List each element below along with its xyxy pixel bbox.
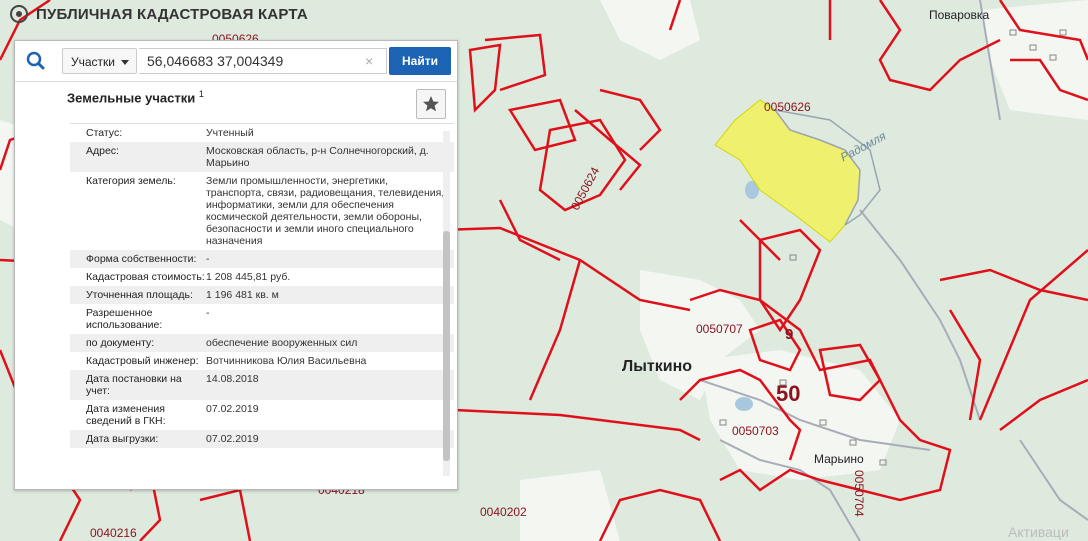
- attribute-value: -: [206, 253, 210, 265]
- search-icon[interactable]: [21, 47, 51, 75]
- attribute-row: Кадастровый инженер: Вотчинникова Юлия Ва…: [70, 352, 454, 370]
- section-title-text: Земельные участки: [67, 90, 196, 106]
- attribute-label: Кадастровый инженер:: [86, 355, 199, 367]
- map-label-district-9: 9: [785, 326, 794, 343]
- find-button[interactable]: Найти: [389, 47, 451, 75]
- activation-watermark: Активаци: [1008, 524, 1069, 540]
- attribute-value: Вотчинникова Юлия Васильевна: [206, 355, 367, 367]
- attribute-value: -: [206, 307, 210, 319]
- attribute-value: 07.02.2019: [206, 433, 259, 445]
- map-label-quarter-0050704: 0050704: [852, 470, 866, 517]
- attribute-label: по документу:: [86, 337, 155, 349]
- star-icon: [423, 96, 439, 112]
- map-label-district-50: 50: [776, 381, 801, 406]
- map-label-quarter-0040202: 0040202: [480, 505, 527, 519]
- attribute-row: Адрес: Московская область, р-н Солнечного…: [70, 142, 454, 172]
- parcel-attributes: Статус: Учтенный Адрес: Московская область…: [70, 123, 454, 486]
- search-bar: Участки × Найти: [15, 41, 457, 82]
- attribute-value: 14.08.2018: [206, 373, 259, 385]
- attribute-row: Статус: Учтенный: [70, 124, 454, 142]
- attribute-value: обеспечение вооруженных сил: [206, 337, 358, 349]
- clear-search-icon[interactable]: ×: [365, 54, 373, 68]
- object-type-value: Участки: [71, 55, 115, 69]
- object-type-select[interactable]: Участки: [62, 48, 137, 74]
- attribute-value: 07.02.2019: [206, 403, 259, 415]
- app-header: ПУБЛИЧНАЯ КАДАСТРОВАЯ КАРТА: [10, 5, 308, 23]
- attribute-label: Дата постановки на учет:: [86, 373, 182, 397]
- attribute-row: Дата постановки на учет: 14.08.2018: [70, 370, 454, 400]
- section-title: Земельные участки 1: [67, 89, 204, 105]
- map-pin-logo-icon: [10, 5, 28, 23]
- app-title: ПУБЛИЧНАЯ КАДАСТРОВАЯ КАРТА: [36, 5, 308, 23]
- attribute-value: Московская область, р-н Солнечногорский,…: [206, 145, 429, 169]
- attribute-label: Адрес:: [86, 145, 119, 157]
- attribute-value: 1 208 445,81 руб.: [206, 271, 291, 283]
- attribute-label: Дата выгрузки:: [86, 433, 159, 445]
- section-count: 1: [198, 89, 204, 99]
- attribute-row: Категория земель: Земли промышленности, э…: [70, 172, 454, 250]
- attribute-label: Уточненная площадь:: [86, 289, 193, 301]
- coordinates-search-input[interactable]: [139, 48, 387, 74]
- attribute-label: Кадастровая стоимость:: [86, 271, 205, 283]
- map-label-quarter-0040216: 0040216: [90, 526, 137, 540]
- map-label-quarter-0050707: 0050707: [696, 322, 743, 336]
- favorite-button[interactable]: [416, 89, 446, 119]
- attribute-label: Статус:: [86, 127, 123, 139]
- attribute-label: Форма собственности:: [86, 253, 197, 265]
- attribute-row: Кадастровая стоимость: 1 208 445,81 руб.: [70, 268, 454, 286]
- search-panel: Участки × Найти Земельные участки 1 Стат…: [14, 40, 458, 490]
- map-label-quarter-0050626: 0050626: [764, 100, 811, 114]
- attribute-row: по документу: обеспечение вооруженных сил: [70, 334, 454, 352]
- attribute-value: Учтенный: [206, 127, 254, 139]
- map-label-lytkino: Лыткино: [622, 358, 693, 375]
- attribute-value: Земли промышленности, энергетики, трансп…: [206, 175, 445, 247]
- attribute-row: Форма собственности: -: [70, 250, 454, 268]
- attribute-value: 1 196 481 кв. м: [206, 289, 279, 301]
- scrollbar-thumb[interactable]: [443, 231, 450, 461]
- map-label-quarter-0050703: 0050703: [732, 424, 779, 438]
- attributes-scrollbar[interactable]: [443, 131, 450, 476]
- attribute-label: Разрешенное использование:: [86, 307, 163, 331]
- map-label-marino: Марьино: [814, 452, 864, 466]
- attribute-row: Дата изменения сведений в ГКН: 07.02.2019: [70, 400, 454, 430]
- attribute-label: Категория земель:: [86, 175, 176, 187]
- attribute-label: Дата изменения сведений в ГКН:: [86, 403, 166, 427]
- attribute-row: Уточненная площадь: 1 196 481 кв. м: [70, 286, 454, 304]
- map-label-povarovka: Поваровка: [929, 8, 990, 22]
- attribute-row: Дата выгрузки: 07.02.2019: [70, 430, 454, 448]
- attribute-row: Разрешенное использование: -: [70, 304, 454, 334]
- chevron-down-icon: [121, 60, 129, 65]
